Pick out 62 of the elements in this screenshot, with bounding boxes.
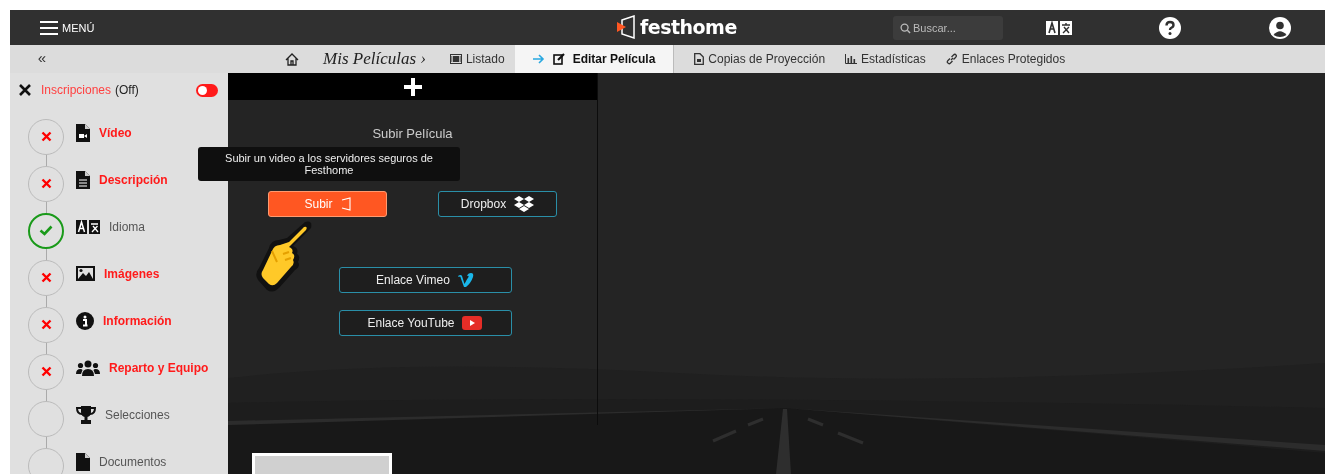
link-icon [945,53,958,65]
cross-icon [40,319,52,330]
people-icon [76,359,100,376]
trophy-icon [76,405,96,424]
sidebar-title: Inscripciones [41,83,112,97]
step-link[interactable]: Idioma [76,219,146,234]
tooltip: Subir un video a los servidores seguros de Festhome [198,147,460,181]
plus-icon[interactable] [402,76,423,97]
youtube-icon [462,316,483,330]
logo-icon [615,15,637,39]
info-icon [76,311,94,330]
film-icon [449,54,462,64]
nav-tab[interactable]: Enlaces Protegidos [935,45,1076,73]
nav-tab[interactable]: Editar Película [514,45,675,73]
cross-icon [40,131,52,142]
arrow-icon [532,54,545,64]
breadcrumb-link[interactable]: Mis Películas › [323,49,426,69]
step-label: Selecciones [105,407,170,422]
youtube-button[interactable]: Enlace YouTube [338,310,512,336]
vimeo-button[interactable]: Enlace Vimeo [338,267,512,293]
image-icon [76,266,95,281]
step-label: Información [103,313,172,328]
check-icon [39,225,53,236]
step-label: Vídeo [99,125,132,140]
search-field[interactable]: Buscar... [893,16,1003,40]
logo-icon [340,197,351,211]
search-icon [900,23,911,34]
translate-icon[interactable] [1046,21,1072,35]
nav-tab[interactable]: Copias de Proyección [684,45,836,73]
video-file-icon [76,123,90,142]
step-label: Imágenes [104,266,160,281]
step-label: Idioma [109,219,146,234]
home-icon[interactable] [285,52,299,66]
vimeo-icon [457,273,474,287]
nav-tab[interactable]: Listado [439,45,515,73]
step-link[interactable]: Documentos [76,452,167,471]
toggle-switch[interactable] [196,83,218,97]
step-label: Descripción [99,172,168,187]
cross-icon [40,366,52,377]
menu-icon [40,19,58,36]
dropbox-button[interactable]: Dropbox [438,191,557,217]
close-icon [18,83,32,97]
logo-text: festhome [640,16,737,38]
user-icon[interactable] [1269,17,1291,39]
status-text: (Off) [115,83,139,97]
edit-icon [552,53,565,65]
cross-icon [40,272,52,283]
collapse-button[interactable]: « [10,45,74,73]
document-icon [76,170,90,189]
panel-title: Subir Película [372,126,453,142]
step-label: Reparto y Equipo [109,360,209,375]
bar-chart-icon [845,54,858,64]
document-icon [694,53,705,65]
translate-icon [76,219,100,234]
step-link[interactable]: Selecciones [76,405,170,424]
cross-icon [40,178,52,189]
document-icon [76,452,90,471]
dropbox-icon [514,195,535,213]
step-label: Documentos [99,454,167,469]
nav-tab[interactable]: Estadísticas [835,45,936,73]
menu-button[interactable]: MENÚ [40,19,95,36]
help-icon[interactable] [1159,17,1181,39]
